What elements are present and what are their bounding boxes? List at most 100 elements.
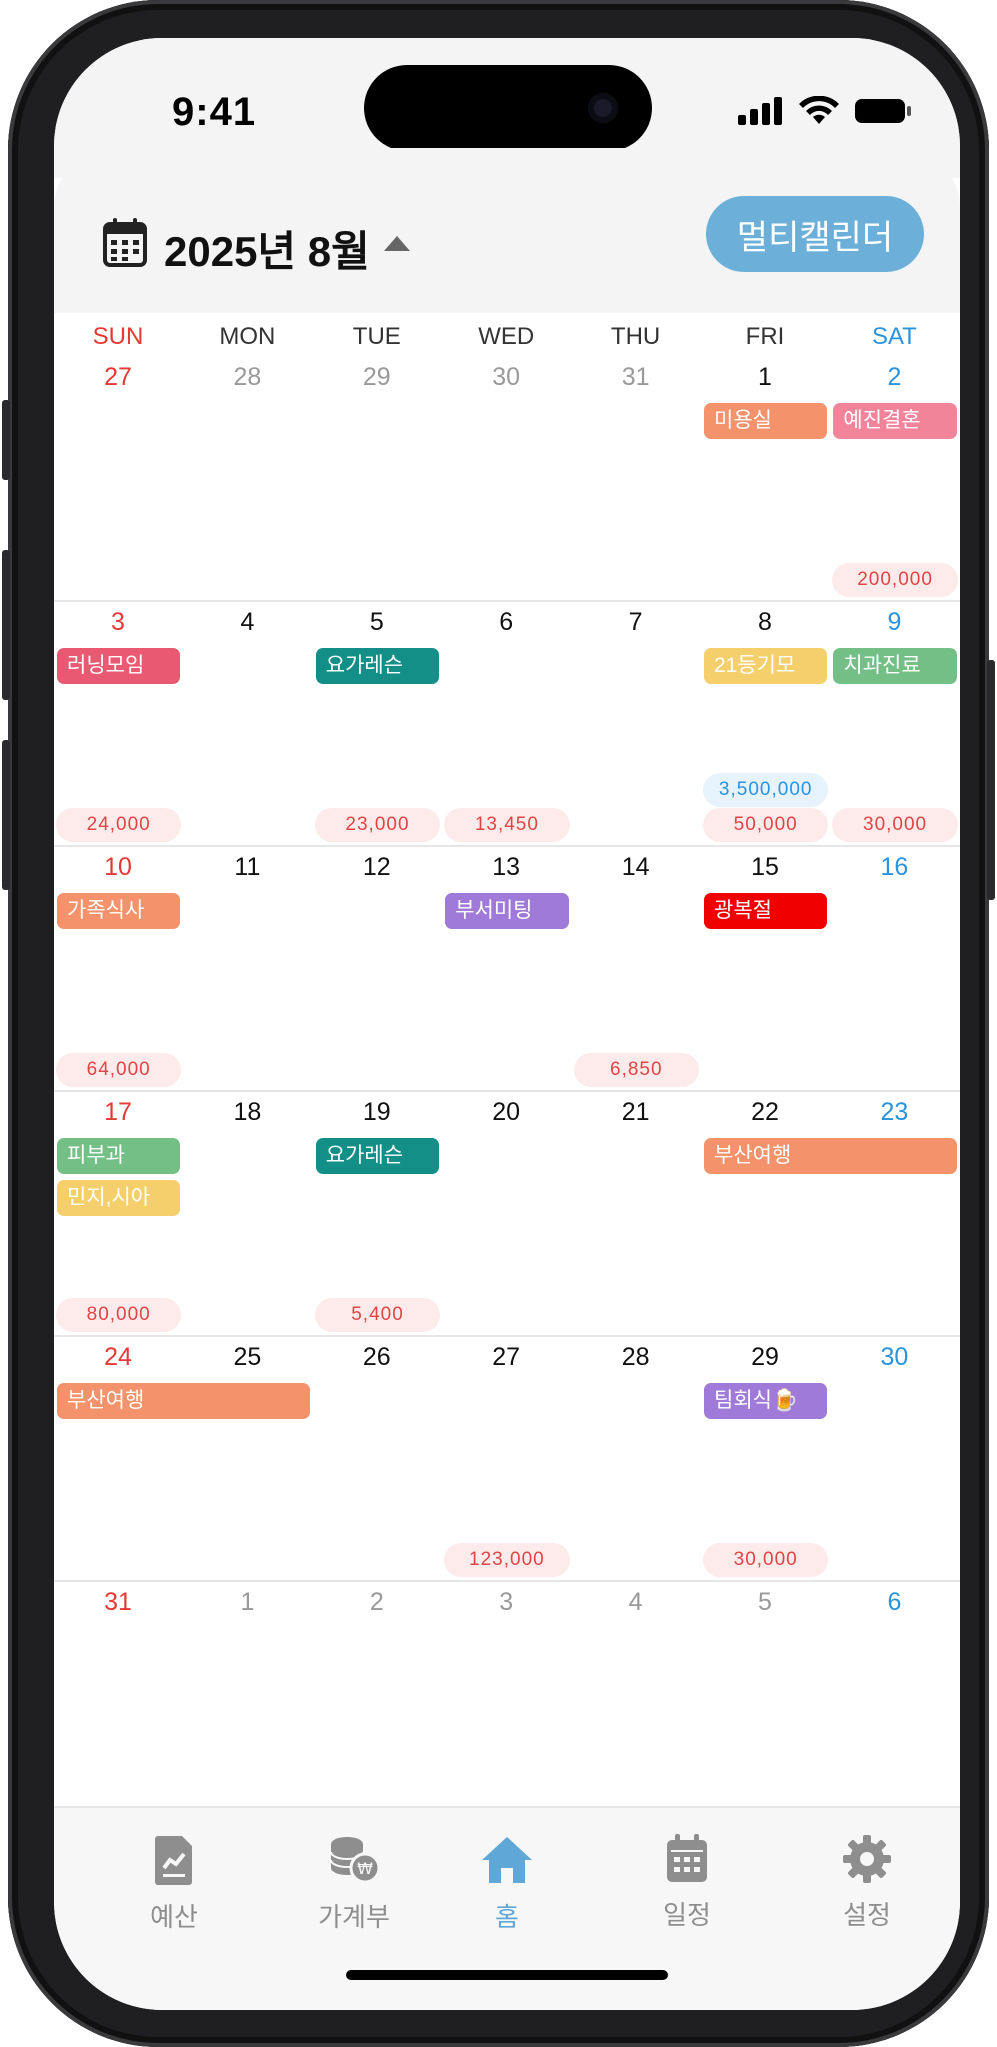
weekday-tue: TUE [352, 323, 401, 350]
income-amount[interactable]: 3,500,000 [703, 773, 829, 807]
month-title[interactable]: 2025년 8월 [164, 218, 370, 279]
day-cell[interactable]: 3 [54, 608, 182, 637]
event-chip[interactable]: 부산여행 [704, 1138, 957, 1174]
expense-amount[interactable]: 30,000 [832, 808, 958, 842]
multi-calendar-button[interactable]: 멀티캘린더 [706, 196, 924, 272]
tab-budget-label: 예산 [150, 1902, 198, 1932]
budget-icon [155, 1836, 192, 1885]
day-cell[interactable]: 23 [830, 1098, 958, 1127]
expense-amount[interactable]: 30,000 [703, 1543, 829, 1577]
month-calendar: SUN MON TUE WED THU FRI SAT 27 28 29 30 31 1 2 미용실 예진결… [54, 313, 960, 1616]
day-cell[interactable]: 3 [442, 1588, 570, 1617]
tab-home-label: 홈 [495, 1902, 519, 1932]
day-cell[interactable]: 17 [54, 1098, 182, 1127]
day-cell[interactable]: 19 [313, 1098, 441, 1127]
day-cell[interactable]: 29 [701, 1343, 829, 1372]
day-cell[interactable]: 15 [701, 853, 829, 882]
day-cell[interactable]: 26 [313, 1343, 441, 1372]
day-cell[interactable]: 8 [701, 608, 829, 637]
day-cell[interactable]: 5 [701, 1588, 829, 1617]
day-cell[interactable]: 7 [572, 608, 700, 637]
day-cell[interactable]: 6 [442, 608, 570, 637]
tab-schedule[interactable]: 일정 [627, 1834, 747, 1932]
event-chip[interactable]: 민지,시아 [57, 1180, 181, 1216]
coins-icon: ₩ [330, 1837, 381, 1884]
status-time: 9:41 [172, 90, 257, 134]
calendar-header: 2025년 8월 멀티캘린더 [54, 148, 960, 313]
day-cell[interactable]: 4 [572, 1588, 700, 1617]
event-chip[interactable]: 러닝모임 [57, 648, 181, 684]
tab-schedule-label: 일정 [663, 1900, 711, 1930]
tab-settings[interactable]: 설정 [807, 1834, 927, 1932]
calendar-icon[interactable] [102, 218, 148, 268]
day-cell[interactable]: 2 [313, 1588, 441, 1617]
battery-icon [855, 99, 911, 123]
expense-amount[interactable]: 80,000 [56, 1298, 182, 1332]
expense-amount[interactable]: 50,000 [703, 808, 829, 842]
event-chip[interactable]: 치과진료 [833, 648, 957, 684]
day-cell[interactable]: 31 [572, 363, 700, 392]
event-chip[interactable]: 예진결혼 [833, 403, 957, 439]
day-cell[interactable]: 28 [183, 363, 311, 392]
day-cell[interactable]: 14 [572, 853, 700, 882]
day-cell[interactable]: 18 [183, 1098, 311, 1127]
home-icon [482, 1837, 532, 1883]
day-cell[interactable]: 30 [442, 363, 570, 392]
day-cell[interactable]: 11 [183, 853, 311, 882]
day-cell[interactable]: 1 [183, 1588, 311, 1617]
day-cell[interactable]: 13 [442, 853, 570, 882]
volume-down-button [2, 740, 10, 890]
event-chip[interactable]: 팀회식🍺 [704, 1383, 828, 1419]
event-chip[interactable]: 21등기모 [704, 648, 828, 684]
tab-budget[interactable]: 예산 [114, 1834, 234, 1934]
day-cell[interactable]: 27 [442, 1343, 570, 1372]
status-icons [738, 96, 912, 126]
expense-amount[interactable]: 5,400 [314, 1298, 441, 1332]
event-chip[interactable]: 요가레슨 [315, 648, 440, 684]
calendar-week: 24 25 26 27 28 29 30 부산여행 팀회식🍺 123,000 30,000 [54, 1335, 960, 1582]
weekday-mon: MON [219, 323, 276, 350]
day-cell[interactable]: 22 [701, 1098, 829, 1127]
day-cell[interactable]: 30 [830, 1343, 958, 1372]
day-cell[interactable]: 4 [183, 608, 311, 637]
day-cell[interactable]: 5 [313, 608, 441, 637]
day-cell[interactable]: 24 [54, 1343, 182, 1372]
expense-amount[interactable]: 13,450 [444, 808, 570, 842]
expense-amount[interactable]: 200,000 [832, 563, 958, 597]
expense-amount[interactable]: 6,850 [573, 1053, 699, 1087]
event-chip[interactable]: 요가레슨 [315, 1138, 440, 1174]
day-cell[interactable]: 21 [572, 1098, 700, 1127]
day-cell[interactable]: 2 [830, 363, 958, 392]
expense-amount[interactable]: 64,000 [56, 1053, 182, 1087]
expense-amount[interactable]: 23,000 [314, 808, 441, 842]
event-chip[interactable]: 가족식사 [57, 893, 181, 929]
day-cell[interactable]: 6 [830, 1588, 958, 1617]
day-cell[interactable]: 1 [701, 363, 829, 392]
day-cell[interactable]: 10 [54, 853, 182, 882]
day-cell[interactable]: 25 [183, 1343, 311, 1372]
day-cell[interactable]: 29 [313, 363, 441, 392]
day-cell[interactable]: 12 [313, 853, 441, 882]
event-chip[interactable]: 부서미팅 [445, 893, 569, 929]
expense-amount[interactable]: 24,000 [56, 808, 182, 842]
event-chip[interactable]: 광복절 [704, 893, 828, 929]
weekday-wed: WED [478, 323, 535, 350]
day-cell[interactable]: 16 [830, 853, 958, 882]
day-cell[interactable]: 9 [830, 608, 958, 637]
expense-amount[interactable]: 123,000 [444, 1543, 570, 1577]
tab-home[interactable]: 홈 [447, 1834, 567, 1934]
tab-ledger[interactable]: ₩ 가계부 [294, 1834, 414, 1934]
event-chip[interactable]: 미용실 [704, 403, 828, 439]
calendar-week: 27 28 29 30 31 1 2 미용실 예진결혼 200,000 [54, 355, 960, 602]
signal-icon [738, 97, 782, 125]
day-cell[interactable]: 20 [442, 1098, 570, 1127]
event-chip[interactable]: 부산여행 [57, 1383, 310, 1419]
event-chip[interactable]: 피부과 [57, 1138, 181, 1174]
tab-ledger-label: 가계부 [318, 1902, 390, 1932]
day-cell[interactable]: 28 [572, 1343, 700, 1372]
volume-up-button [2, 550, 10, 700]
day-cell[interactable]: 31 [54, 1588, 182, 1617]
month-dropdown-icon[interactable] [384, 236, 410, 251]
day-cell[interactable]: 27 [54, 363, 182, 392]
calendar-week: 31 1 2 3 4 5 6 [54, 1580, 960, 1825]
